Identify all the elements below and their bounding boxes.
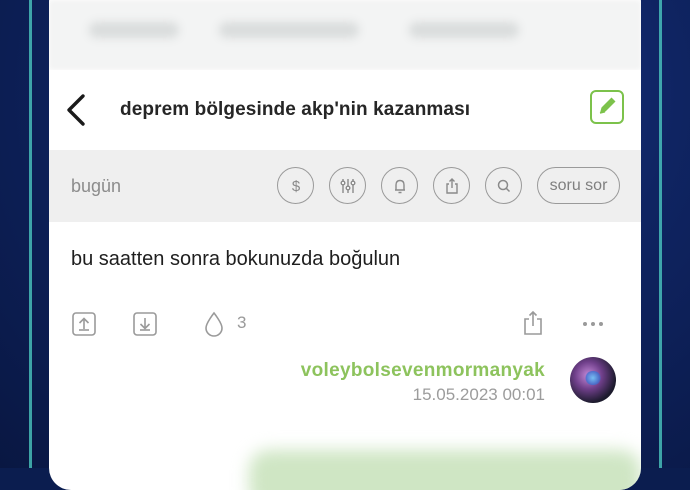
ask-question-button[interactable]: soru sor (537, 167, 620, 204)
share-entry-button[interactable] (520, 309, 546, 337)
entry-date[interactable]: 15.05.2023 00:01 (413, 385, 545, 405)
chevron-left-icon (67, 94, 85, 126)
share-topic-button[interactable] (433, 167, 470, 204)
more-icon (583, 322, 603, 326)
drop-icon (205, 311, 223, 337)
bell-icon (394, 179, 405, 193)
dollar-icon: $ (291, 178, 300, 195)
search-icon (497, 179, 510, 192)
entry-actions: 3 (49, 304, 641, 344)
sliders-icon (340, 178, 355, 193)
frame-line-left (29, 0, 32, 468)
entry-content: bu saatten sonra bokunuzda boğulun (71, 248, 401, 270)
upvote-icon (72, 312, 96, 336)
entry-author[interactable]: voleybolsevenmormanyak (301, 360, 545, 382)
topic-title[interactable]: deprem bölgesinde akp'nin kazanması (120, 99, 470, 121)
write-entry-button[interactable] (590, 90, 624, 124)
search-in-topic-button[interactable] (485, 167, 522, 204)
day-filter[interactable]: bugün (71, 176, 121, 197)
topic-toolbar: bugün $ soru sor (49, 150, 641, 222)
favorite-count[interactable]: 3 (237, 313, 246, 333)
phone-screen: deprem bölgesinde akp'nin kazanması bugü… (49, 0, 641, 490)
donate-button[interactable]: $ (277, 167, 314, 204)
svg-text:$: $ (291, 178, 300, 195)
share-icon (524, 310, 542, 335)
frame-line-right (659, 0, 662, 468)
blurred-next-entry (249, 450, 641, 490)
downvote-icon (133, 312, 157, 336)
more-options-button[interactable] (581, 314, 605, 334)
avatar[interactable] (570, 357, 616, 403)
topic-header: deprem bölgesinde akp'nin kazanması (49, 70, 641, 150)
favorite-button[interactable] (201, 310, 227, 338)
share-icon (445, 177, 458, 194)
follow-button[interactable] (381, 167, 418, 204)
upvote-button[interactable] (71, 311, 97, 337)
filter-button[interactable] (329, 167, 366, 204)
back-button[interactable] (63, 92, 89, 128)
blurred-status-area (49, 0, 641, 70)
pencil-icon (599, 97, 616, 114)
downvote-button[interactable] (132, 311, 158, 337)
